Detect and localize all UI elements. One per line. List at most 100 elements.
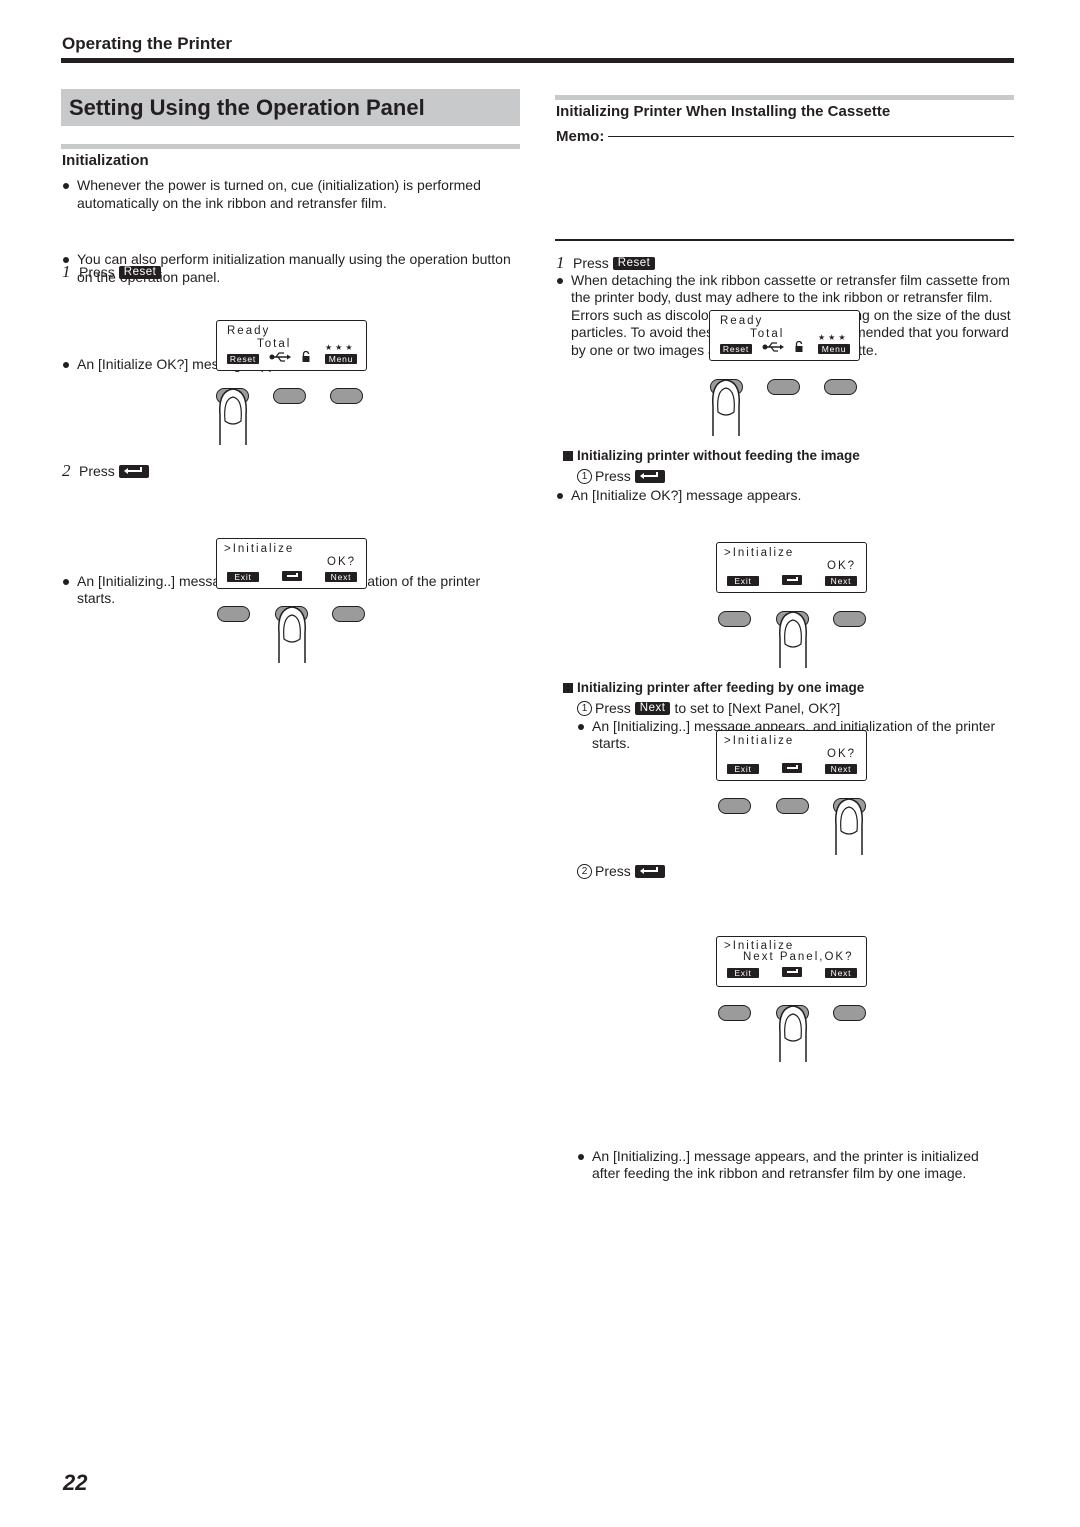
enter-key-icon	[118, 464, 149, 478]
lcd-panel-next-panel: >Initialize Next Panel,OK? Exit Next	[716, 936, 867, 987]
right-step-1: 1 Press Reset	[556, 253, 656, 273]
enter-key-icon	[634, 469, 665, 483]
page-number: 22	[63, 1470, 88, 1495]
step-number: 1	[556, 253, 565, 272]
lcd-enter-icon	[782, 763, 802, 773]
panel-button-left[interactable]	[217, 606, 250, 622]
usb-icon	[269, 352, 291, 362]
lcd-line1: >Initialize	[724, 547, 795, 559]
lcd-enter-icon	[782, 575, 802, 585]
press-label: Press	[79, 264, 115, 280]
step-result: An [Initialize OK?] message appears.	[556, 487, 1006, 505]
panel-button-right[interactable]	[824, 379, 857, 395]
lcd-panel-initialize: >Initialize OK? Exit Next	[216, 538, 367, 589]
panel-button-left[interactable]	[718, 1005, 751, 1021]
subheading-without-feeding: Initializing printer without feeding the…	[563, 448, 860, 463]
lock-icon	[795, 341, 803, 352]
lcd-line2: OK?	[327, 556, 357, 568]
press-label: Press	[595, 863, 631, 879]
square-bullet-icon	[563, 450, 573, 461]
lcd-next-tag: Next	[325, 572, 357, 582]
press-label: Press	[595, 468, 631, 484]
memo-end-rule	[555, 239, 1014, 241]
step-result: An [Initializing..] message appears, and…	[577, 1148, 1007, 1183]
cassette-heading: Initializing Printer When Installing the…	[556, 103, 891, 120]
lcd-line1: Ready	[227, 325, 271, 337]
lcd-line2: Total	[257, 338, 292, 350]
lcd-enter-icon	[782, 967, 802, 977]
next-key-icon: Next	[634, 701, 671, 715]
memo-label: Memo:	[556, 128, 605, 145]
panel-button-left[interactable]	[718, 611, 751, 627]
sub-a-step-1: 1 Press	[577, 468, 665, 484]
lcd-next-tag: Next	[825, 968, 857, 978]
lcd-exit-tag: Exit	[227, 572, 259, 582]
lcd-enter-icon	[282, 571, 302, 581]
lcd-menu-tag: Menu	[818, 344, 850, 354]
step-number: 2	[62, 461, 71, 480]
reset-key-icon: Reset	[612, 256, 656, 270]
subsection-bar	[61, 144, 520, 149]
panel-button-right[interactable]	[332, 606, 365, 622]
step-suffix: to set to [Next Panel, OK?]	[674, 700, 841, 716]
stars-indicator: ★★★	[325, 343, 356, 352]
step-2: 2 Press	[62, 461, 149, 481]
initialization-heading: Initialization	[62, 152, 149, 169]
finger-press-icon	[835, 798, 863, 855]
lcd-next-tag: Next	[825, 764, 857, 774]
lcd-line2: OK?	[827, 748, 857, 760]
lcd-panel-ready: Ready Total ★★★ Reset Menu	[709, 310, 860, 361]
panel-button-left[interactable]	[718, 798, 751, 814]
lcd-line1: Ready	[720, 315, 764, 327]
press-label: Press	[79, 463, 115, 479]
lcd-line2: Total	[750, 328, 785, 340]
memo-header: Memo:	[556, 128, 1014, 145]
step-1: 1 Press Reset	[62, 262, 162, 282]
panel-button-center[interactable]	[273, 388, 306, 404]
panel-button-right[interactable]	[330, 388, 363, 404]
usb-icon	[762, 342, 784, 352]
reset-key-icon: Reset	[118, 265, 162, 279]
finger-press-icon	[712, 379, 740, 436]
press-label: Press	[573, 255, 609, 271]
subheading-text: Initializing printer after feeding by on…	[577, 680, 865, 695]
lcd-line1: >Initialize	[724, 735, 795, 747]
header-rule	[61, 58, 1014, 63]
lcd-reset-tag: Reset	[720, 344, 752, 354]
subheading-after-feeding: Initializing printer after feeding by on…	[563, 680, 864, 695]
enter-key-icon	[634, 864, 665, 878]
lcd-exit-tag: Exit	[727, 576, 759, 586]
square-bullet-icon	[563, 682, 573, 693]
lcd-exit-tag: Exit	[727, 968, 759, 978]
finger-press-icon	[779, 1005, 807, 1062]
panel-button-center[interactable]	[767, 379, 800, 395]
lcd-panel-initialize: >Initialize OK? Exit Next	[716, 730, 867, 781]
lcd-next-tag: Next	[825, 576, 857, 586]
lcd-line2: OK?	[827, 560, 857, 572]
running-header: Operating the Printer	[62, 34, 233, 53]
press-label: Press	[595, 700, 631, 716]
panel-button-right[interactable]	[833, 611, 866, 627]
bullet-item: Whenever the power is turned on, cue (in…	[62, 177, 512, 212]
circled-number: 2	[577, 863, 592, 879]
lcd-menu-tag: Menu	[325, 354, 357, 364]
sub-b-step-2: 2 Press	[577, 863, 665, 879]
lcd-line2: Next Panel,OK?	[743, 951, 854, 963]
panel-button-center[interactable]	[776, 798, 809, 814]
lcd-panel-ready: Ready Total ★★★ Reset Menu	[216, 320, 367, 371]
sub-b-step-1: 1 Press Next to set to [Next Panel, OK?]	[577, 700, 840, 716]
lcd-panel-initialize: >Initialize OK? Exit Next	[716, 542, 867, 593]
panel-button-right[interactable]	[833, 1005, 866, 1021]
stars-indicator: ★★★	[818, 333, 849, 342]
subsection-bar	[555, 95, 1014, 100]
section-title: Setting Using the Operation Panel	[69, 95, 425, 120]
lock-icon	[302, 351, 310, 362]
step-number: 1	[62, 262, 71, 281]
finger-press-icon	[219, 388, 247, 445]
subheading-text: Initializing printer without feeding the…	[577, 448, 860, 463]
circled-number: 1	[577, 700, 592, 716]
circled-number: 1	[577, 468, 592, 484]
finger-press-icon	[779, 611, 807, 668]
finger-press-icon	[278, 606, 306, 663]
memo-rule	[608, 136, 1014, 137]
